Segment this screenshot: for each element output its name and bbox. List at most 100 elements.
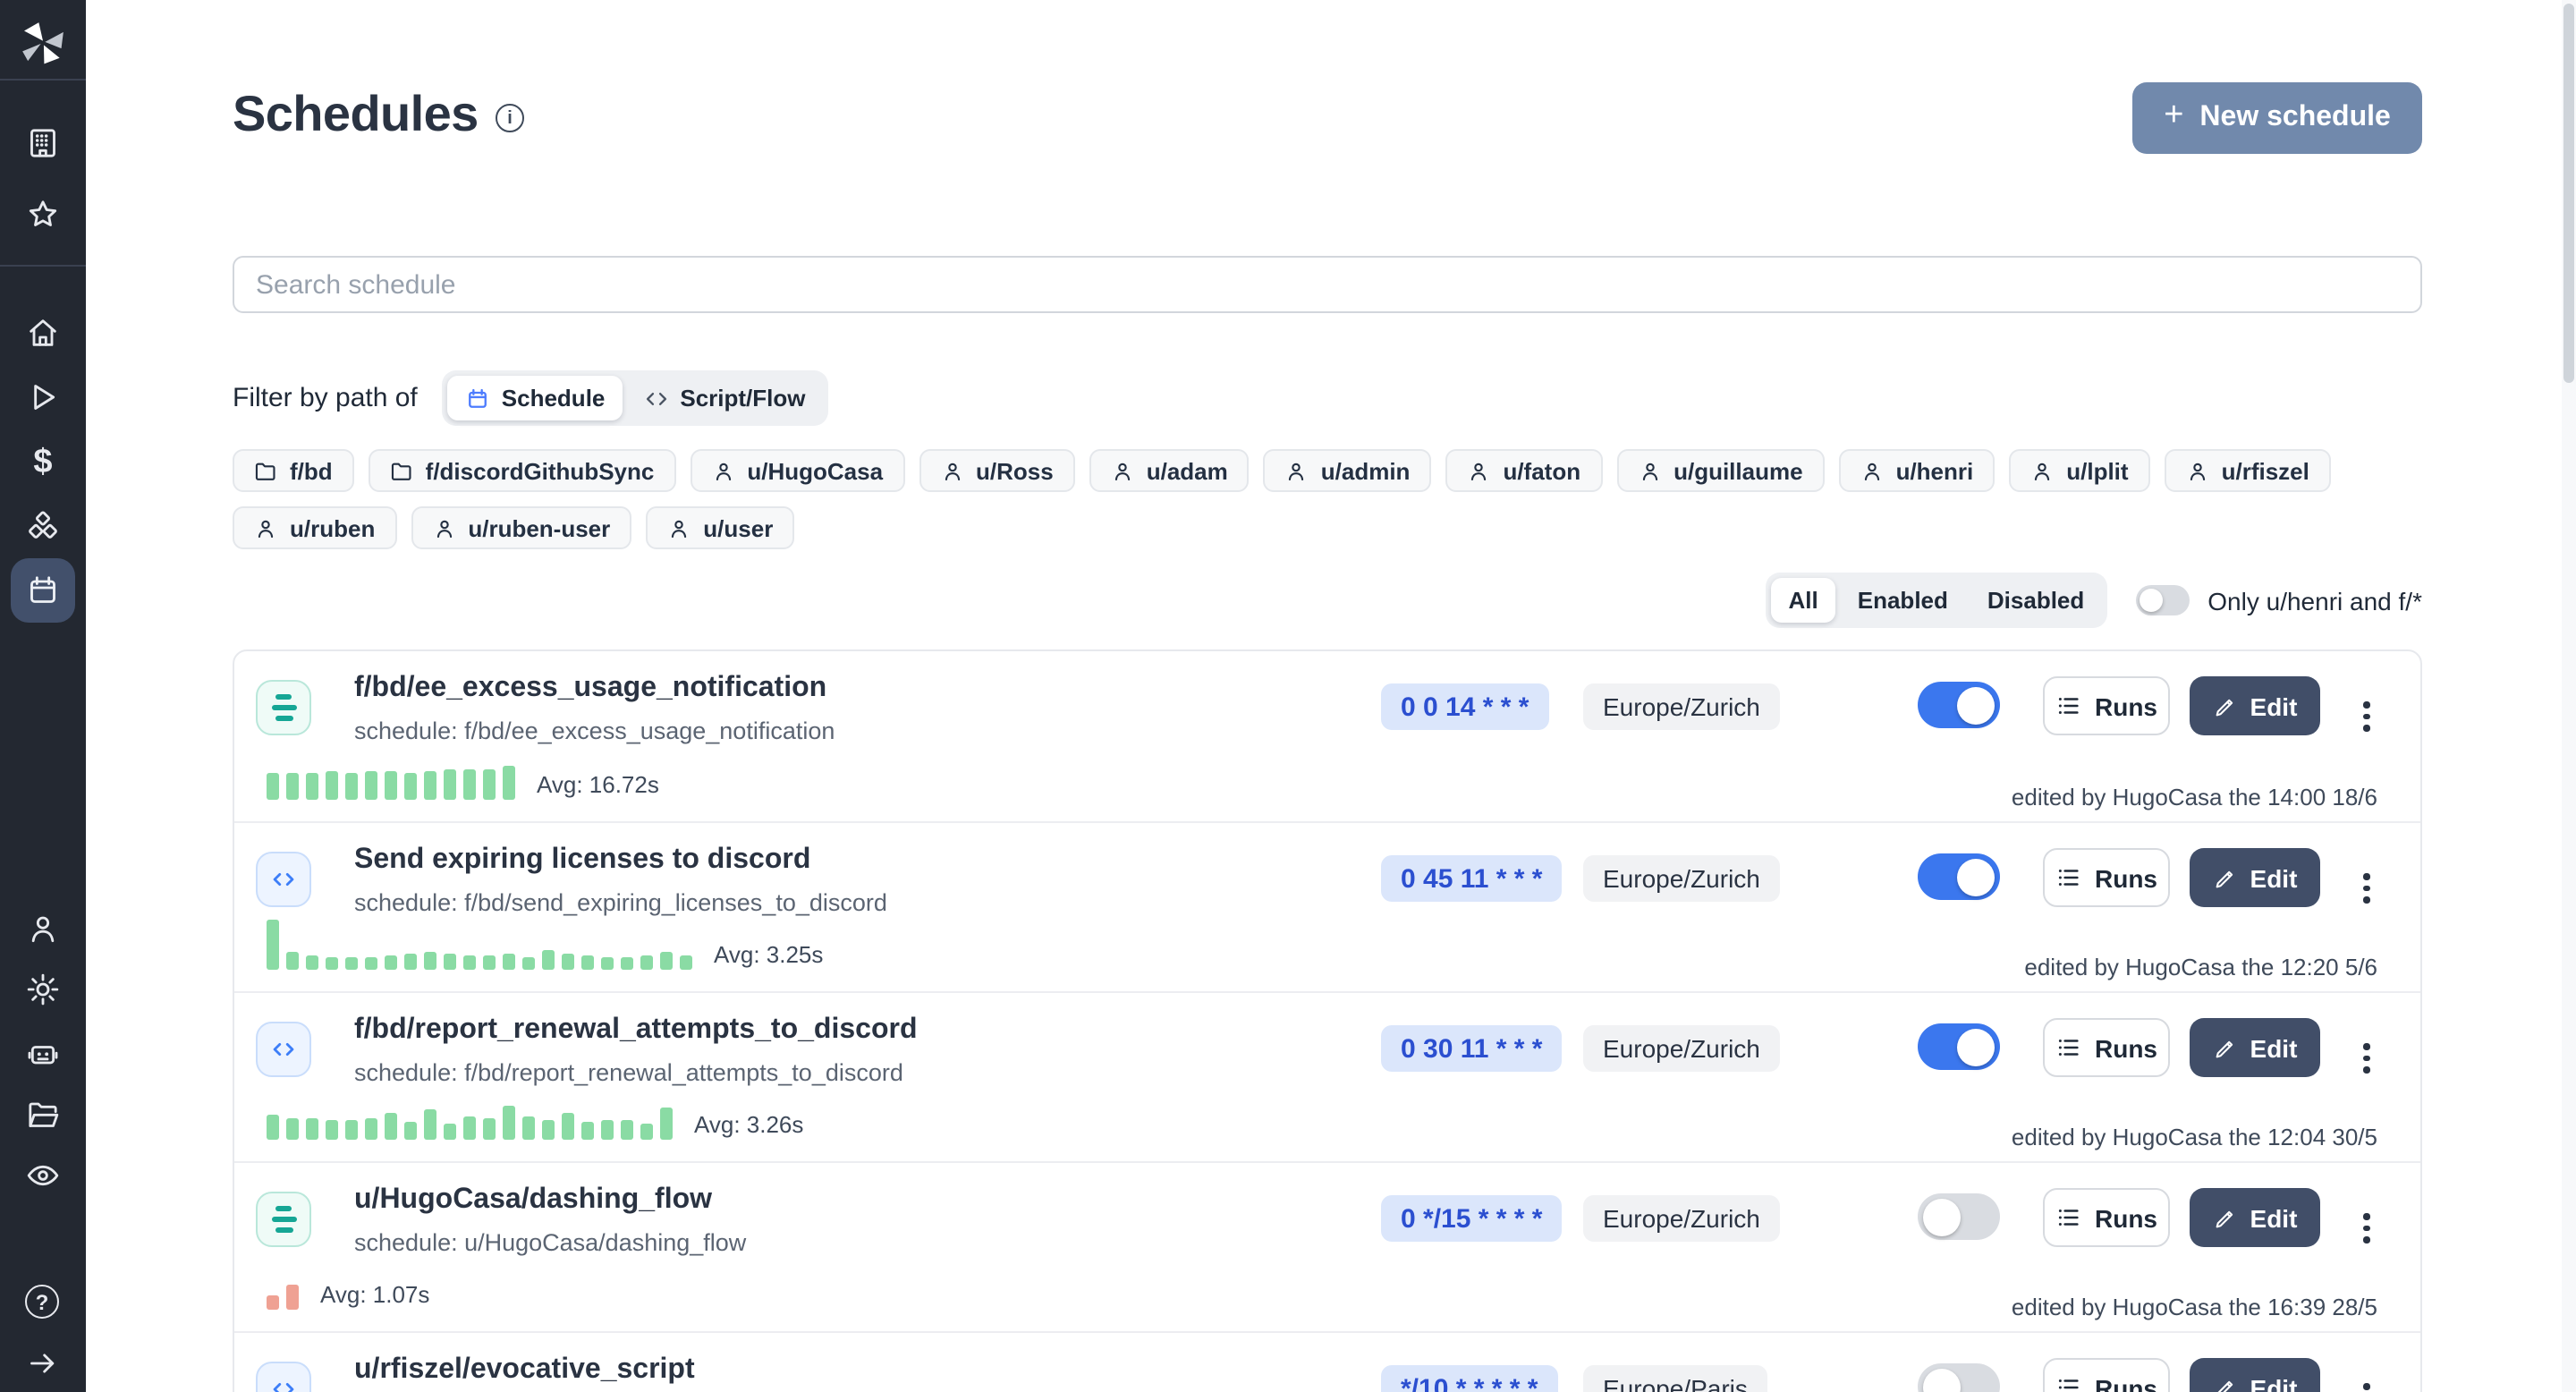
- path-chip[interactable]: u/faton: [1445, 449, 1602, 492]
- schedule-row: u/rfiszel/evocative_script */10 * * * * …: [234, 1331, 2420, 1392]
- favorites-star-icon[interactable]: [25, 197, 61, 233]
- path-chip[interactable]: u/guillaume: [1616, 449, 1824, 492]
- schedules-page: $ ? Schedules i + New schedule: [0, 0, 2576, 1392]
- resources-cubes-icon[interactable]: [25, 510, 61, 546]
- edit-button[interactable]: Edit: [2190, 1358, 2320, 1392]
- sidebar: $ ?: [0, 0, 86, 1392]
- schedule-name[interactable]: u/HugoCasa/dashing_flow: [354, 1184, 712, 1217]
- cron-badge: 0 */15 * * * *: [1381, 1195, 1562, 1242]
- cron-badge: 0 30 11 * * *: [1381, 1025, 1562, 1072]
- schedule-name[interactable]: f/bd/report_renewal_attempts_to_discord: [354, 1014, 918, 1047]
- kebab-menu[interactable]: [2351, 870, 2383, 906]
- home-icon[interactable]: [25, 315, 61, 351]
- settings-gear-icon[interactable]: [25, 972, 61, 1007]
- schedule-name[interactable]: u/rfiszel/evocative_script: [354, 1354, 695, 1387]
- expand-arrow-icon[interactable]: [25, 1345, 61, 1381]
- schedule-row: f/bd/ee_excess_usage_notification schedu…: [234, 651, 2420, 821]
- sidebar-divider: [0, 265, 86, 267]
- user-icon: [940, 459, 963, 482]
- workers-robot-icon[interactable]: [25, 1036, 61, 1072]
- enabled-toggle[interactable]: [1918, 1023, 2000, 1070]
- path-chip[interactable]: u/rfiszel: [2165, 449, 2331, 492]
- workspace-building-icon[interactable]: [25, 125, 61, 161]
- users-person-icon[interactable]: [25, 911, 61, 946]
- list-icon: [2055, 1034, 2082, 1061]
- path-chip[interactable]: f/bd: [233, 449, 354, 492]
- runs-button[interactable]: Runs: [2043, 676, 2170, 735]
- state-option-all[interactable]: All: [1771, 578, 1836, 623]
- kebab-menu[interactable]: [2351, 1040, 2383, 1076]
- info-icon[interactable]: i: [496, 104, 524, 132]
- schedules-table: f/bd/ee_excess_usage_notification schedu…: [233, 649, 2422, 1392]
- pencil-icon: [2213, 1375, 2238, 1392]
- new-schedule-button[interactable]: + New schedule: [2132, 82, 2422, 154]
- scrollbar-thumb[interactable]: [2563, 4, 2574, 383]
- path-chip[interactable]: u/henri: [1839, 449, 1996, 492]
- edit-button[interactable]: Edit: [2190, 848, 2320, 907]
- state-option-disabled[interactable]: Disabled: [1970, 578, 2102, 623]
- path-chip[interactable]: u/ruben: [233, 506, 396, 549]
- script-icon: [256, 1362, 311, 1392]
- path-chip[interactable]: u/user: [646, 506, 794, 549]
- kebab-menu[interactable]: [2351, 698, 2383, 734]
- pencil-icon: [2213, 693, 2238, 718]
- edit-button[interactable]: Edit: [2190, 1018, 2320, 1077]
- runs-sparkline[interactable]: [267, 1285, 299, 1310]
- runs-button[interactable]: Runs: [2043, 848, 2170, 907]
- sidebar-item-schedules[interactable]: [11, 558, 75, 623]
- runs-play-icon[interactable]: [25, 379, 61, 415]
- runs-button[interactable]: Runs: [2043, 1358, 2170, 1392]
- path-chip[interactable]: u/Ross: [919, 449, 1075, 492]
- kebab-menu[interactable]: [2351, 1210, 2383, 1246]
- path-chip[interactable]: u/HugoCasa: [690, 449, 904, 492]
- script-icon: [256, 852, 311, 907]
- state-option-enabled[interactable]: Enabled: [1840, 578, 1966, 623]
- enabled-toggle[interactable]: [1918, 682, 2000, 728]
- path-chip[interactable]: u/adam: [1089, 449, 1250, 492]
- search-input[interactable]: [233, 256, 2422, 313]
- runs-sparkline[interactable]: [267, 1106, 673, 1140]
- edited-by: edited by HugoCasa the 12:04 30/5: [2012, 1124, 2377, 1150]
- schedule-name[interactable]: Send expiring licenses to discord: [354, 845, 810, 877]
- timezone-badge: Europe/Zurich: [1583, 683, 1780, 730]
- windmill-logo-icon[interactable]: [18, 18, 68, 68]
- schedule-path: schedule: f/bd/send_expiring_licenses_to…: [354, 889, 887, 916]
- runs-button[interactable]: Runs: [2043, 1188, 2170, 1247]
- enabled-toggle[interactable]: [1918, 853, 2000, 900]
- runs-button[interactable]: Runs: [2043, 1018, 2170, 1077]
- path-chip[interactable]: u/ruben-user: [411, 506, 631, 549]
- runs-sparkline[interactable]: [267, 766, 515, 800]
- kind-option-schedule[interactable]: Schedule: [448, 376, 623, 420]
- help-circle-icon[interactable]: ?: [25, 1285, 61, 1320]
- calendar-icon: [466, 386, 491, 411]
- edit-button[interactable]: Edit: [2190, 1188, 2320, 1247]
- path-chip[interactable]: u/lplit: [2009, 449, 2149, 492]
- enabled-toggle[interactable]: [1918, 1193, 2000, 1240]
- folders-folder-icon[interactable]: [25, 1097, 61, 1133]
- edit-button[interactable]: Edit: [2190, 676, 2320, 735]
- kind-option-script-flow[interactable]: Script/Flow: [626, 376, 823, 420]
- path-chips: f/bd f/discordGithubSync u/HugoCasa u/Ross u…: [233, 449, 2451, 549]
- enabled-toggle[interactable]: [1918, 1363, 2000, 1392]
- user-icon: [432, 516, 455, 539]
- only-filter: Only u/henri and f/*: [2136, 585, 2422, 615]
- schedule-path: schedule: f/bd/ee_excess_usage_notificat…: [354, 717, 835, 744]
- path-chip[interactable]: f/discordGithubSync: [369, 449, 676, 492]
- schedules-calendar-icon: [25, 573, 61, 608]
- user-icon: [2030, 459, 2054, 482]
- scrollbar-track: [2562, 0, 2576, 1392]
- variables-dollar-icon[interactable]: $: [25, 446, 61, 481]
- timezone-badge: Europe/Paris: [1583, 1365, 1767, 1392]
- path-chip[interactable]: u/admin: [1264, 449, 1432, 492]
- timezone-badge: Europe/Zurich: [1583, 855, 1780, 902]
- code-icon: [644, 386, 669, 411]
- pencil-icon: [2213, 1035, 2238, 1060]
- runs-sparkline[interactable]: [267, 920, 692, 970]
- avg-duration: Avg: 3.26s: [694, 1111, 803, 1140]
- only-toggle[interactable]: [2136, 585, 2190, 615]
- user-icon: [1467, 459, 1490, 482]
- audit-eye-icon[interactable]: [25, 1158, 61, 1193]
- schedule-name[interactable]: f/bd/ee_excess_usage_notification: [354, 673, 826, 705]
- list-icon: [2055, 1204, 2082, 1231]
- kebab-menu[interactable]: [2351, 1379, 2383, 1392]
